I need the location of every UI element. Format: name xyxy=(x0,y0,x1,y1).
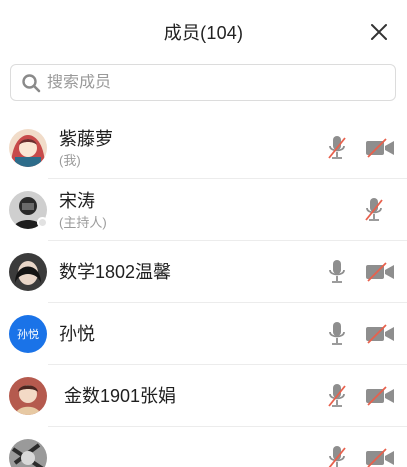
microphone-muted-icon xyxy=(328,136,346,159)
member-name: 孙悦 xyxy=(59,324,95,344)
member-row[interactable]: 孙悦 孙悦 xyxy=(0,303,407,365)
camera-off-icon xyxy=(366,324,394,344)
avatar xyxy=(9,253,47,291)
mic-toggle[interactable] xyxy=(327,134,347,162)
avatar xyxy=(9,191,48,229)
mic-toggle[interactable] xyxy=(327,382,347,410)
member-tag: (主持人) xyxy=(59,214,107,230)
camera-toggle[interactable] xyxy=(365,446,395,467)
camera-toggle[interactable] xyxy=(365,136,395,160)
avatar xyxy=(9,439,47,467)
host-badge-icon xyxy=(37,217,48,228)
member-name: 紫藤萝 xyxy=(59,128,113,149)
mic-toggle[interactable] xyxy=(327,258,347,286)
camera-off-icon xyxy=(366,138,394,158)
mic-toggle[interactable] xyxy=(327,444,347,467)
camera-off-icon xyxy=(366,448,394,467)
close-icon xyxy=(371,24,387,40)
microphone-muted-icon xyxy=(328,446,346,467)
member-row[interactable]: 数学1802温馨 xyxy=(0,241,407,303)
close-button[interactable] xyxy=(365,18,393,46)
panel-header: 成员(104) xyxy=(0,0,407,64)
member-row[interactable]: 金数1901张娟 xyxy=(0,365,407,427)
camera-off-icon xyxy=(366,262,394,282)
microphone-muted-icon xyxy=(328,384,346,407)
member-name: 金数1901张娟 xyxy=(64,386,177,406)
member-row[interactable]: 紫藤萝 (我) xyxy=(0,117,407,179)
members-panel: 成员(104) 搜索成员 紫藤萝 (我) 宋涛 (主持人) 数学1802温馨 孙… xyxy=(0,0,407,467)
camera-toggle[interactable] xyxy=(365,384,395,408)
search-box[interactable] xyxy=(10,64,396,101)
microphone-icon xyxy=(329,260,345,283)
camera-toggle[interactable] xyxy=(365,322,395,346)
microphone-muted-icon xyxy=(365,198,383,221)
member-list: 紫藤萝 (我) 宋涛 (主持人) 数学1802温馨 孙悦 孙悦 金数1901张娟 xyxy=(0,117,407,467)
mic-toggle[interactable] xyxy=(364,196,384,224)
member-row[interactable]: 宋涛 (主持人) xyxy=(0,179,407,241)
avatar: 孙悦 xyxy=(9,315,47,353)
search-icon xyxy=(21,73,41,93)
search-input[interactable] xyxy=(47,73,367,92)
panel-title: 成员(104) xyxy=(163,23,244,43)
camera-toggle[interactable] xyxy=(365,260,395,284)
mic-toggle[interactable] xyxy=(327,320,347,348)
member-name: 宋涛 xyxy=(59,190,95,211)
member-row[interactable] xyxy=(0,427,407,467)
camera-off-icon xyxy=(366,386,394,406)
member-tag: (我) xyxy=(59,152,81,168)
member-name: 数学1802温馨 xyxy=(59,262,172,282)
microphone-icon xyxy=(329,322,345,345)
avatar xyxy=(9,377,47,415)
avatar xyxy=(9,129,47,167)
